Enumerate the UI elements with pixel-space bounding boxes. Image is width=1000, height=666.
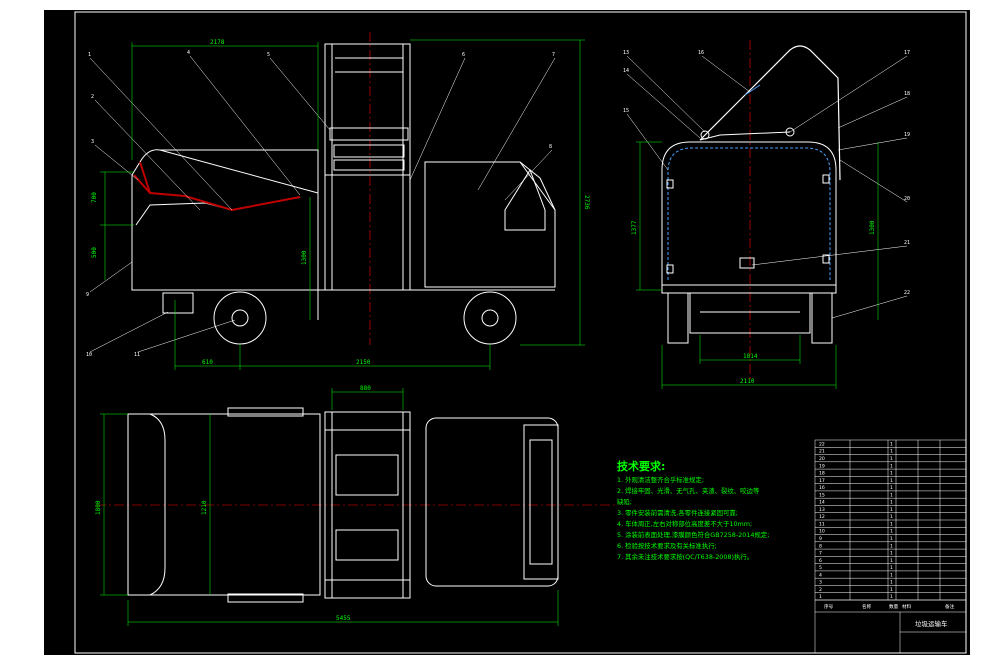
bom-row-no: 17 [819,478,825,484]
bom-row-no: 1 [819,594,822,600]
bom-row-no: 8 [819,543,822,549]
svg-text:6: 6 [462,52,465,58]
bom-row-qty: 1 [890,587,893,593]
svg-text:序号: 序号 [824,603,834,610]
svg-text:19: 19 [904,132,910,138]
bom-row-qty: 1 [890,521,893,527]
bom-row-no: 2 [819,587,822,593]
svg-text:17: 17 [904,50,910,56]
bom-row-qty: 1 [890,456,893,462]
svg-text:5: 5 [267,52,270,58]
bom-row-no: 6 [819,558,822,564]
svg-text:5. 涂装前表面处理,漆膜颜色符合GB7258-2014规定: 5. 涂装前表面处理,漆膜颜色符合GB7258-2014规定; [617,530,769,539]
bom-row-no: 18 [819,471,825,477]
svg-text:技术要求:: 技术要求: [617,459,665,473]
svg-text:3. 零件安装前需清洗,各零件连接紧固可靠;: 3. 零件安装前需清洗,各零件连接紧固可靠; [617,508,738,517]
svg-text:2: 2 [91,94,94,100]
svg-text:18: 18 [904,91,910,97]
bom-row-qty: 1 [890,463,893,469]
bom-row-qty: 1 [890,543,893,549]
bom-row-no: 12 [819,514,825,520]
bom-row-no: 7 [819,551,822,557]
svg-text:4: 4 [187,50,190,56]
bom-row-no: 5 [819,565,822,571]
svg-text:备注: 备注 [945,603,955,610]
bom-row-qty: 1 [890,441,893,447]
svg-text:9: 9 [86,292,89,298]
bom-row-qty: 1 [890,594,893,600]
svg-text:3: 3 [91,139,94,145]
bom-row-no: 21 [819,449,825,455]
bom-row-no: 3 [819,580,822,586]
svg-text:1377: 1377 [631,220,638,235]
svg-text:1. 外观清洁整齐合乎标准规定;: 1. 外观清洁整齐合乎标准规定; [617,475,704,484]
bom-row-no: 22 [819,441,825,447]
bom-row-qty: 1 [890,471,893,477]
svg-text:610: 610 [202,359,213,366]
bom-row-qty: 1 [890,565,893,571]
bom-row-no: 4 [819,572,822,578]
bom-row-no: 13 [819,507,825,513]
drawing-title: 垃圾运输车 [915,619,948,628]
svg-text:6. 检验按技术要求及有关标准执行;: 6. 检验按技术要求及有关标准执行; [617,541,717,550]
svg-text:20: 20 [904,196,910,202]
svg-text:2178: 2178 [210,39,225,46]
bom-row-no: 10 [819,529,825,535]
svg-text:2110: 2110 [740,378,755,385]
bom-row-qty: 1 [890,500,893,506]
svg-text:21: 21 [904,240,910,246]
svg-text:名称: 名称 [862,603,872,610]
bom-row-no: 11 [819,521,825,527]
bom-row-no: 14 [819,500,825,506]
svg-text:16: 16 [698,50,704,56]
bom-row-qty: 1 [890,449,893,455]
svg-text:14: 14 [623,68,629,74]
svg-text:缺陷;: 缺陷; [617,497,632,506]
svg-text:8: 8 [549,144,552,150]
bom-row-no: 9 [819,536,822,542]
svg-text:22: 22 [904,290,910,296]
bom-row-qty: 1 [890,485,893,491]
drawing-area [44,10,970,655]
bom-row-qty: 1 [890,529,893,535]
svg-text:700: 700 [91,192,98,203]
svg-text:11: 11 [134,352,140,358]
bom-row-no: 19 [819,463,825,469]
bom-row-qty: 1 [890,492,893,498]
bom-row-qty: 1 [890,536,893,542]
svg-text:13: 13 [623,50,629,56]
svg-text:5455: 5455 [336,615,351,622]
bom-row-qty: 1 [890,514,893,520]
bom-row-no: 16 [819,485,825,491]
svg-text:材料: 材料 [902,603,912,610]
bom-row-no: 20 [819,456,825,462]
svg-text:15: 15 [623,108,629,114]
svg-text:2150: 2150 [356,359,371,366]
bom-row-no: 15 [819,492,825,498]
bom-row-qty: 1 [890,551,893,557]
bom-row-qty: 1 [890,572,893,578]
svg-text:1300: 1300 [869,220,876,235]
svg-text:7. 其余未注技术要求按(QC/T638-2008)执行。: 7. 其余未注技术要求按(QC/T638-2008)执行。 [617,552,753,561]
svg-text:7: 7 [552,52,555,58]
svg-text:1800: 1800 [95,500,102,515]
svg-text:2736: 2736 [583,195,590,210]
svg-text:4. 车体周正,左右对称部位高度差不大于10mm;: 4. 车体周正,左右对称部位高度差不大于10mm; [617,519,752,528]
cad-drawing-sheet: 1 2 3 4 5 6 7 8 9 10 11 2178 2736 700 50… [0,0,1000,666]
svg-text:500: 500 [91,247,98,258]
svg-text:1: 1 [88,52,91,58]
bom-row-qty: 1 [890,580,893,586]
svg-text:880: 880 [360,385,371,392]
svg-text:数量: 数量 [889,603,899,610]
svg-text:1300: 1300 [301,250,308,265]
svg-text:1814: 1814 [743,353,758,360]
bom-row-qty: 1 [890,478,893,484]
bom-row-qty: 1 [890,558,893,564]
svg-text:10: 10 [86,352,92,358]
bom-row-qty: 1 [890,507,893,513]
svg-text:2. 焊接牢固、光滑、无气孔、夹渣、裂纹、咬边等: 2. 焊接牢固、光滑、无气孔、夹渣、裂纹、咬边等 [617,486,760,495]
svg-text:1210: 1210 [201,500,208,515]
